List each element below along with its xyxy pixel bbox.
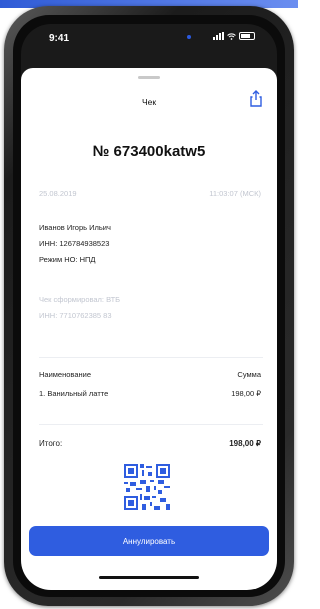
receipt-date: 25.08.2019 [39, 189, 77, 198]
seller-inn: ИНН: 126784938523 [39, 239, 110, 248]
item-sum: 198,00 ₽ [231, 389, 261, 398]
issuer-line: Чек сформировал: ВТБ [39, 295, 121, 304]
divider [39, 357, 263, 358]
status-time: 9:41 [49, 33, 70, 44]
cancel-receipt-button[interactable]: Аннулировать [29, 526, 269, 556]
sheet-title: Чек [141, 97, 157, 107]
receipt-time: 11:03:07 (МСК) [209, 189, 261, 198]
header-sum: Сумма [237, 370, 261, 379]
phone-frame: 9:41 Чек № 673400katw5 25.08.2019 11:03:… [4, 6, 294, 606]
receipt-sheet: Чек № 673400katw5 25.08.2019 11:03:07 (М… [21, 68, 277, 590]
share-icon[interactable] [248, 90, 264, 108]
receipt-number: № 673400katw5 [92, 143, 206, 160]
qr-code [124, 464, 170, 510]
battery-icon [239, 32, 255, 40]
items-table-header: Наименование Сумма [39, 370, 261, 379]
receipt-meta: 25.08.2019 11:03:07 (МСК) [39, 189, 261, 198]
phone-screen: 9:41 Чек № 673400katw5 25.08.2019 11:03:… [21, 24, 277, 590]
item-name: 1. Ванильный латте [39, 389, 109, 398]
signal-icon [213, 32, 224, 40]
total-value: 198,00 ₽ [229, 439, 261, 448]
wifi-icon [227, 32, 236, 40]
status-icons [213, 32, 255, 40]
divider [39, 424, 263, 425]
total-row: Итого: 198,00 ₽ [39, 439, 261, 448]
camera-dot [187, 35, 191, 39]
total-label: Итого: [39, 439, 63, 448]
seller-info: Иванов Игорь Ильич ИНН: 126784938523 Реж… [39, 220, 111, 268]
seller-tax-regime: Режим НО: НПД [39, 255, 96, 264]
seller-name: Иванов Игорь Ильич [39, 223, 111, 232]
issuer-info: Чек сформировал: ВТБ ИНН: 7710762385 83 [39, 292, 120, 324]
home-indicator[interactable] [99, 576, 199, 579]
header-name: Наименование [39, 370, 91, 379]
issuer-inn: ИНН: 7710762385 83 [39, 311, 112, 320]
status-bar: 9:41 [21, 24, 277, 66]
table-row: 1. Ванильный латте 198,00 ₽ [39, 389, 261, 398]
sheet-grabber[interactable] [138, 76, 160, 79]
